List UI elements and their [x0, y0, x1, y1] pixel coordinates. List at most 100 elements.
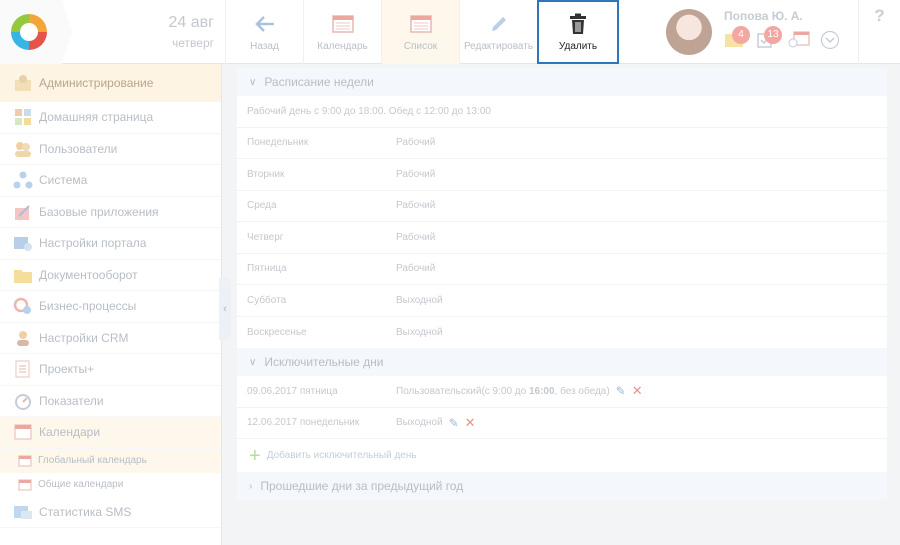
table-row: Четверг Рабочий [237, 222, 887, 254]
sidebar-collapse-button[interactable]: ‹ [219, 278, 231, 340]
messages-button[interactable]: 4 [724, 26, 750, 50]
sidebar-item-business-processes[interactable]: Бизнес-процессы [0, 291, 221, 323]
calendar-events-button[interactable] [788, 30, 810, 50]
crm-icon [12, 329, 34, 347]
date-day: 24 авг [168, 14, 214, 31]
sidebar-item-label: Настройки CRM [39, 330, 129, 345]
sidebar-item-label: Базовые приложения [39, 204, 159, 219]
sidebar-item-sms-statistics[interactable]: Статистика SMS [0, 497, 221, 528]
sidebar-item-projects[interactable]: Проекты+ [0, 354, 221, 386]
table-row: Понедельник Рабочий [237, 128, 887, 159]
user-menu-button[interactable] [820, 30, 840, 50]
sidebar-item-administration[interactable]: Администрирование [0, 64, 221, 102]
messages-badge: 4 [732, 26, 750, 44]
exception-value-bold: 16:00 [528, 385, 555, 397]
exception-value: Выходной ✎ ✕ [396, 415, 476, 431]
section-title: Исключительные дни [264, 355, 384, 369]
trash-icon [568, 13, 588, 35]
top-header: 24 авг четверг Назад Календарь Список Ре… [0, 0, 900, 64]
day-status: Рабочий [396, 263, 436, 275]
sidebar-subitem-label: Общие календари [38, 479, 124, 490]
day-name: Пятница [247, 263, 287, 275]
logo-ring-icon [11, 14, 47, 50]
day-status: Рабочий [396, 231, 436, 243]
table-row: Пятница Рабочий [237, 254, 887, 285]
calendar-small-icon [18, 455, 32, 467]
table-row: Среда Рабочий [237, 191, 887, 222]
exception-value-pre: Выходной [396, 417, 443, 429]
sidebar-subitem-shared-calendars[interactable]: Общие календари [0, 473, 221, 497]
calendar-icon [331, 13, 354, 35]
back-label: Назад [250, 40, 279, 52]
edit-exception-pencil-icon[interactable]: ✎ [616, 384, 626, 398]
sms-icon [12, 503, 34, 521]
sidebar-item-indicators[interactable]: Показатели [0, 386, 221, 417]
section-past-days-header[interactable]: › Прошедшие дни за предыдущий год [237, 472, 887, 500]
user-panel: Попова Ю. А. 4 13 [666, 0, 858, 64]
help-button[interactable]: ? [858, 0, 900, 64]
sidebar-item-home[interactable]: Домашняя страница [0, 102, 221, 134]
list-calendar-icon [409, 13, 432, 35]
day-name: Суббота [247, 294, 287, 306]
sidebar-item-crm-settings[interactable]: Настройки CRM [0, 323, 221, 354]
pencil-icon [489, 13, 509, 35]
add-exception-day-link[interactable]: + Добавить исключительный день [237, 439, 887, 472]
section-title: Расписание недели [264, 75, 374, 89]
edit-button[interactable]: Редактировать [459, 0, 537, 64]
list-label: Список [403, 40, 438, 52]
main-content: ∨ Расписание недели Рабочий день с 9:00 … [237, 68, 887, 500]
sidebar-item-documents[interactable]: Документооборот [0, 260, 221, 291]
tasks-badge: 13 [764, 26, 782, 44]
sidebar-item-system[interactable]: Система [0, 165, 221, 197]
day-status: Рабочий [396, 137, 436, 149]
portal-settings-icon [12, 234, 34, 252]
table-row: Суббота Выходной [237, 285, 887, 317]
list-button[interactable]: Список [381, 0, 459, 64]
sidebar-item-portal-settings[interactable]: Настройки портала [0, 228, 221, 260]
calendar-label: Календарь [317, 40, 368, 52]
user-notifications: 4 13 [724, 26, 840, 50]
sidebar-item-label: Настройки портала [39, 236, 147, 251]
table-row: 12.06.2017 понедельник Выходной ✎ ✕ [237, 408, 887, 439]
day-name: Четверг [247, 231, 284, 243]
delete-exception-close-icon[interactable]: ✕ [465, 415, 476, 431]
table-row: Воскресенье Выходной [237, 317, 887, 349]
process-icon [12, 297, 34, 315]
sidebar-item-label: Показатели [39, 393, 104, 408]
chevron-down-icon: ∨ [249, 356, 257, 368]
add-exception-label: Добавить исключительный день [266, 450, 417, 461]
system-icon [12, 171, 34, 189]
schedule-summary: Рабочий день с 9:00 до 18:00. Обед с 12:… [237, 96, 887, 128]
calendar-clock-icon [788, 31, 810, 48]
avatar[interactable] [666, 9, 712, 55]
day-name: Воскресенье [247, 326, 307, 338]
sidebar-item-label: Проекты+ [39, 362, 95, 377]
date-weekday: четверг [172, 36, 214, 50]
sidebar-subitem-global-calendar[interactable]: Глобальный календарь [0, 448, 221, 473]
sidebar-item-users[interactable]: Пользователи [0, 134, 221, 165]
sidebar-item-label: Календари [39, 425, 101, 440]
day-name: Среда [247, 200, 277, 212]
day-status: Выходной [396, 326, 443, 338]
exception-value: Пользовательский(с 9:00 до 16:00, без об… [396, 383, 643, 399]
delete-button[interactable]: Удалить [537, 0, 619, 64]
edit-exception-pencil-icon[interactable]: ✎ [449, 416, 459, 430]
section-title: Прошедшие дни за предыдущий год [260, 479, 464, 493]
app-logo[interactable] [0, 0, 62, 64]
projects-icon [12, 360, 34, 378]
section-exception-days-header[interactable]: ∨ Исключительные дни [237, 348, 887, 376]
user-name[interactable]: Попова Ю. А. [724, 9, 803, 23]
calendar-small-icon [18, 479, 32, 491]
back-button[interactable]: Назад [225, 0, 303, 64]
delete-label: Удалить [558, 40, 598, 52]
delete-exception-close-icon[interactable]: ✕ [632, 383, 643, 399]
sidebar-item-calendars[interactable]: Календари [0, 417, 221, 449]
tasks-button[interactable]: 13 [756, 26, 782, 50]
exception-value-pre: Пользовательский(с 9:00 до [396, 385, 529, 397]
chevron-down-icon: ∨ [249, 76, 257, 88]
sidebar-item-base-apps[interactable]: Базовые приложения [0, 197, 221, 228]
admin-icon [12, 74, 34, 92]
arrow-left-icon [254, 13, 276, 35]
section-week-schedule-header[interactable]: ∨ Расписание недели [237, 68, 887, 96]
calendar-button[interactable]: Календарь [303, 0, 381, 64]
